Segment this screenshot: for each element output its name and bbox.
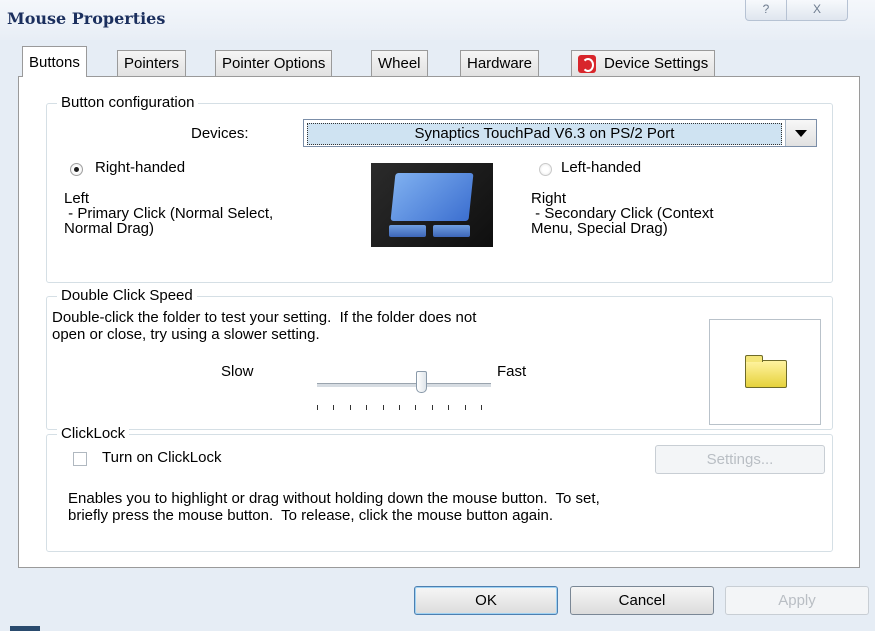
devices-label: Devices: [191,125,249,142]
right-handed-label[interactable]: Right-handed [95,159,185,176]
slider-tick [415,405,417,410]
clicklock-checkbox[interactable] [73,452,87,466]
slider-tick [481,405,482,410]
fast-label: Fast [497,363,527,380]
help-icon: ? [762,2,770,16]
tab-device-settings-label: Device Settings [604,55,709,72]
slider-tick [333,405,335,410]
slow-label: Slow [221,363,254,380]
window-title: Mouse Properties [7,9,166,28]
title-bar: Mouse Properties ? X [0,0,875,40]
double-click-instructions: Double-click the folder to test your set… [52,309,476,343]
slider-tick [448,405,450,410]
left-button-description: Left - Primary Click (Normal Select, Nor… [64,191,273,236]
right-handed-radio[interactable] [70,163,83,176]
apply-button[interactable]: Apply [725,586,869,615]
right-desc-line: Menu, Special Drag) [531,220,668,237]
tab-device-settings[interactable]: Device Settings [571,50,716,76]
slider-tick [382,405,384,410]
cancel-button[interactable]: Cancel [570,586,714,615]
slider-tick [431,405,433,410]
devices-selected-value: Synaptics TouchPad V6.3 on PS/2 Port [307,123,782,145]
test-folder-area[interactable] [709,319,821,425]
touchpad-surface [390,173,474,221]
button-configuration-label: Button configuration [57,94,199,111]
slider-tick [464,405,466,410]
instruction-line: open or close, try using a slower settin… [52,326,320,343]
slider-tick [349,405,351,410]
chevron-down-icon[interactable] [785,120,816,146]
description-line: Enables you to highlight or drag without… [68,490,600,507]
devices-dropdown[interactable]: Synaptics TouchPad V6.3 on PS/2 Port [303,119,817,147]
slider-tick [317,405,318,410]
tab-panel-buttons: Button configuration Devices: Synaptics … [18,76,860,568]
clicklock-checkbox-label[interactable]: Turn on ClickLock [102,449,222,466]
right-desc-line: - Secondary Click (Context [531,205,714,222]
tab-wheel[interactable]: Wheel [371,50,428,76]
left-desc-line: - Primary Click (Normal Select, [64,205,274,222]
touchpad-right-button [433,225,470,237]
double-click-speed-label: Double Click Speed [57,287,197,304]
left-desc-line: Left [64,190,90,207]
left-desc-line: Normal Drag) [64,220,155,237]
clicklock-label: ClickLock [57,425,130,442]
left-handed-label[interactable]: Left-handed [561,159,641,176]
instruction-line: Double-click the folder to test your set… [52,309,477,326]
slider-tick [399,405,400,410]
close-icon: X [812,2,821,16]
clicklock-group: ClickLock Turn on ClickLock Settings... … [46,425,833,552]
taskbar-edge [10,626,40,631]
close-button[interactable]: X [786,0,848,21]
tab-pointers[interactable]: Pointers [117,50,187,76]
double-click-speed-group: Double Click Speed Double-click the fold… [46,287,833,430]
touchpad-image [371,163,493,247]
synaptics-icon [578,55,596,74]
description-line: briefly press the mouse button. To relea… [68,507,553,524]
clicklock-settings-button[interactable]: Settings... [655,445,825,474]
tab-pointer-options[interactable]: Pointer Options [215,50,333,76]
tab-hardware[interactable]: Hardware [460,50,540,76]
help-button[interactable]: ? [745,0,787,21]
tab-buttons[interactable]: Buttons [22,46,87,77]
slider-thumb[interactable] [416,371,428,393]
slider-tick [366,405,368,410]
touchpad-left-button [389,225,426,237]
folder-icon[interactable] [745,355,787,388]
right-button-description: Right - Secondary Click (Context Menu, S… [531,191,714,236]
clicklock-description: Enables you to highlight or drag without… [68,490,600,524]
double-click-speed-slider[interactable] [317,383,491,388]
left-handed-radio[interactable] [539,163,552,176]
ok-button[interactable]: OK [414,586,558,615]
right-desc-line: Right [531,190,567,207]
